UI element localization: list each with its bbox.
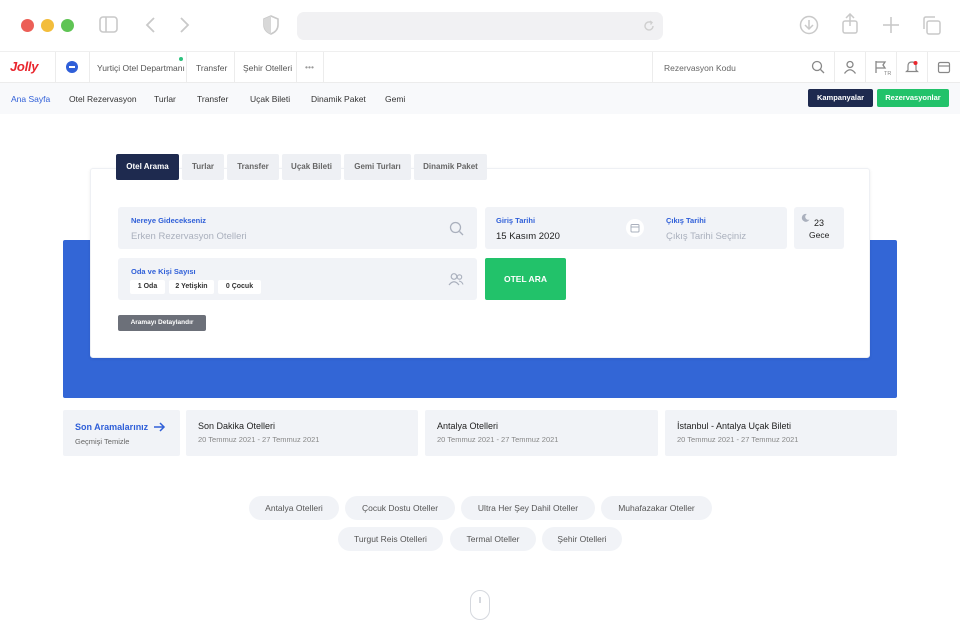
recent-search-title: Son Dakika Otelleri [198,421,276,431]
reload-icon[interactable] [643,20,655,32]
minimize-window-button[interactable] [41,19,54,32]
pill-conservative-hotels[interactable]: Muhafazakar Oteller [601,496,712,520]
nav-item-domestic-hotel[interactable]: Yurtiçi Otel Departmanı [97,63,185,73]
date-field[interactable]: Giriş Tarihi 15 Kasım 2020 Çıkış Tarihi … [485,207,787,249]
recent-search-dates: 20 Temmuz 2021 - 27 Temmuz 2021 [677,435,799,444]
address-bar[interactable] [297,12,663,40]
moon-icon [801,213,810,222]
close-window-button[interactable] [21,19,34,32]
destination-input[interactable]: Erken Rezervasyon Otelleri [131,231,247,242]
pill-turgut-reis[interactable]: Turgut Reis Otelleri [338,527,443,551]
adult-count-chip[interactable]: 2 Yetişkin [169,280,214,294]
top-navigation: Jolly Yurtiçi Otel Departmanı Transfer Ş… [0,52,960,83]
recent-search-item[interactable]: İstanbul - Antalya Uçak Bileti 20 Temmuz… [665,410,897,456]
language-code: TR [884,71,892,77]
arrow-right-icon[interactable] [153,422,166,432]
more-icon[interactable]: ••• [305,62,314,72]
subnav-item-cruise[interactable]: Gemi [385,94,405,104]
recent-search-dates: 20 Temmuz 2021 - 27 Temmuz 2021 [198,435,320,444]
subnav-item-hotel-reservation[interactable]: Otel Rezervasyon [69,94,137,104]
nights-field: 23 Gece [794,207,844,249]
rooms-label: Oda ve Kişi Sayısı [131,267,196,276]
checkin-label: Giriş Tarihi [496,216,536,225]
pill-ultra-all-inclusive[interactable]: Ultra Her Şey Dahil Oteller [461,496,595,520]
campaigns-button[interactable]: Kampanyalar [808,89,873,107]
secondary-navigation: Ana Sayfa Otel Rezervasyon Turlar Transf… [0,83,960,114]
subnav-item-flight[interactable]: Uçak Bileti [250,94,290,104]
nav-item-city-hotels[interactable]: Şehir Otelleri [243,63,292,73]
scroll-mouse-icon [470,590,490,620]
checkin-input[interactable]: 15 Kasım 2020 [496,231,560,242]
tab-tours[interactable]: Turlar [182,154,224,180]
maximize-window-button[interactable] [61,19,74,32]
calendar-icon[interactable] [937,60,951,74]
download-icon[interactable] [799,15,819,35]
back-icon[interactable] [145,15,157,35]
search-icon[interactable] [449,221,464,236]
checkout-label: Çıkış Tarihi [666,216,706,225]
recent-searches-title[interactable]: Son Aramalarınız [75,422,148,432]
tab-dynamic-package[interactable]: Dinamik Paket [414,154,487,180]
shield-icon[interactable] [263,15,279,35]
forward-icon[interactable] [178,15,190,35]
tabs-overview-icon[interactable] [921,15,941,35]
jolly-logo[interactable]: Jolly [10,59,38,74]
recent-search-title: Antalya Otelleri [437,421,499,431]
subnav-item-tours[interactable]: Turlar [154,94,176,104]
people-icon [448,273,464,286]
tab-transfer[interactable]: Transfer [227,154,279,180]
subnav-item-transfer[interactable]: Transfer [197,94,228,104]
subnav-item-home[interactable]: Ana Sayfa [11,94,50,104]
pill-antalya-hotels[interactable]: Antalya Otelleri [249,496,339,520]
room-count-chip[interactable]: 1 Oda [130,280,165,294]
recent-search-dates: 20 Temmuz 2021 - 27 Temmuz 2021 [437,435,559,444]
browser-chrome [0,0,960,52]
tab-flight[interactable]: Uçak Bileti [282,154,341,180]
user-icon[interactable] [843,60,857,74]
recent-searches-header: Son Aramalarınız Geçmişi Temizle [63,410,180,456]
pill-thermal-hotels[interactable]: Termal Oteller [450,527,536,551]
hotel-search-button[interactable]: OTEL ARA [485,258,566,300]
checkout-input[interactable]: Çıkış Tarihi Seçiniz [666,231,746,242]
tab-hotel-search[interactable]: Otel Arama [116,154,179,180]
destination-field[interactable]: Nereye Gidecekseniz Erken Rezervasyon Ot… [118,207,477,249]
pill-city-hotels[interactable]: Şehir Otelleri [542,527,622,551]
child-count-chip[interactable]: 0 Çocuk [218,280,261,294]
nav-item-transfer[interactable]: Transfer [196,63,227,73]
search-icon[interactable] [811,60,825,74]
clear-history-link[interactable]: Geçmişi Temizle [75,437,129,446]
tab-cruise[interactable]: Gemi Turları [344,154,411,180]
search-card: Nereye Gidecekseniz Erken Rezervasyon Ot… [90,168,870,358]
notification-dot [179,57,183,61]
share-icon[interactable] [841,13,859,35]
date-calendar-icon[interactable] [626,219,644,237]
destination-label: Nereye Gidecekseniz [131,216,207,225]
chat-icon[interactable] [66,61,78,73]
recent-search-item[interactable]: Antalya Otelleri 20 Temmuz 2021 - 27 Tem… [425,410,658,456]
new-tab-icon[interactable] [881,15,901,35]
reservation-code-input[interactable]: Rezervasyon Kodu [664,63,736,73]
recent-search-item[interactable]: Son Dakika Otelleri 20 Temmuz 2021 - 27 … [186,410,418,456]
nights-label: Gece [809,230,830,240]
reservations-button[interactable]: Rezervasyonlar [877,89,949,107]
detail-search-button[interactable]: Aramayı Detaylandır [118,315,206,331]
pill-child-friendly[interactable]: Çocuk Dostu Oteller [345,496,455,520]
subnav-item-dynamic-package[interactable]: Dinamik Paket [311,94,366,104]
nights-count: 23 [814,218,825,228]
sidebar-toggle-icon[interactable] [99,15,119,35]
rooms-field[interactable]: Oda ve Kişi Sayısı 1 Oda 2 Yetişkin 0 Ço… [118,258,477,300]
bell-icon[interactable] [905,60,919,74]
recent-search-title: İstanbul - Antalya Uçak Bileti [677,421,792,431]
